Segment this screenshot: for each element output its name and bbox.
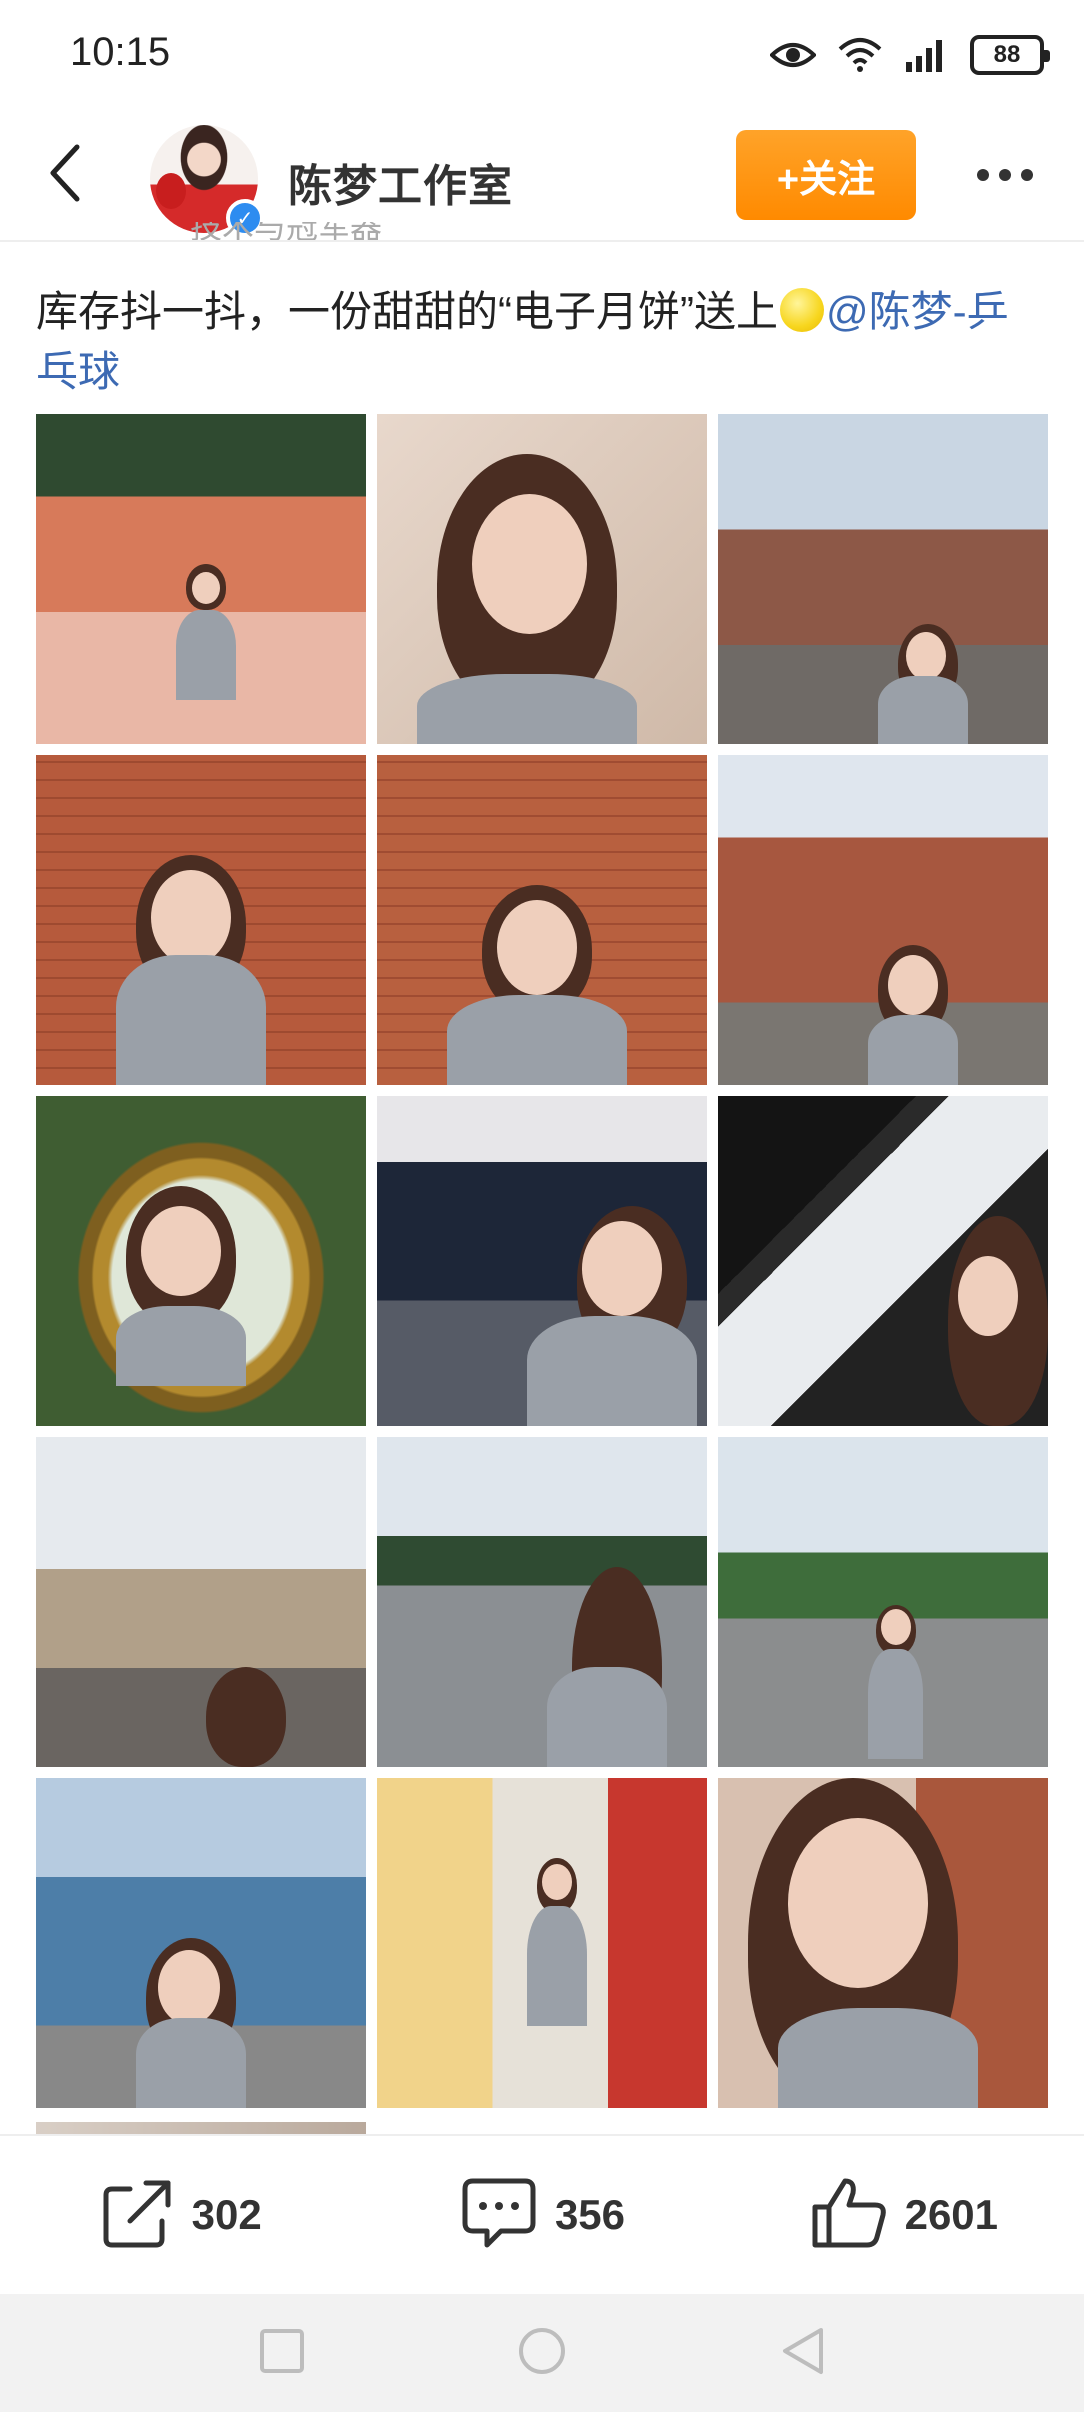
dot-icon bbox=[999, 169, 1011, 181]
avatar[interactable]: ✓ bbox=[150, 125, 264, 237]
photo-3[interactable] bbox=[718, 414, 1048, 744]
face-shape bbox=[582, 1221, 662, 1316]
face-shape bbox=[906, 632, 946, 680]
status-time: 10:15 bbox=[70, 30, 171, 74]
photo-4[interactable] bbox=[36, 755, 366, 1085]
status-bar: 10:15 88 bbox=[0, 0, 1084, 110]
share-count: 302 bbox=[191, 2191, 262, 2238]
shirt-shape bbox=[868, 1015, 958, 1085]
shirt-shape bbox=[447, 995, 627, 1085]
scrolled-text-peek: 技术与冠军器 bbox=[190, 222, 383, 240]
shirt-shape bbox=[778, 2008, 978, 2108]
shirt-shape bbox=[868, 1649, 923, 1759]
recents-button[interactable] bbox=[252, 2323, 312, 2383]
wifi-icon bbox=[838, 37, 882, 73]
profile-header: ✓ 陈梦工作室 +关注 技术与冠军器 bbox=[0, 110, 1084, 240]
face-shape bbox=[141, 1206, 221, 1296]
photo-grid bbox=[36, 414, 1048, 2108]
photo-2[interactable] bbox=[377, 414, 707, 744]
shirt-shape bbox=[527, 1906, 587, 2026]
shirt-shape bbox=[136, 2018, 246, 2108]
shirt-shape bbox=[176, 610, 236, 700]
dot-icon bbox=[977, 169, 989, 181]
shirt-shape bbox=[547, 1667, 667, 1767]
battery-icon: 88 bbox=[970, 35, 1050, 75]
photo-8[interactable] bbox=[377, 1096, 707, 1426]
back-button[interactable] bbox=[30, 140, 100, 210]
header-divider bbox=[0, 240, 1084, 242]
photo-13[interactable] bbox=[36, 1778, 366, 2108]
face-shape bbox=[151, 870, 231, 965]
action-bar: 302 356 2601 bbox=[0, 2134, 1084, 2294]
more-options-button[interactable] bbox=[960, 150, 1050, 200]
home-button[interactable] bbox=[512, 2323, 572, 2383]
face-shape bbox=[888, 955, 938, 1015]
post-text: 库存抖一抖，一份甜甜的“电子月饼”送上 @陈梦-乒乓球 bbox=[36, 282, 1046, 402]
share-icon bbox=[100, 2177, 176, 2254]
face-shape bbox=[881, 1609, 911, 1645]
face-shape bbox=[788, 1818, 928, 1988]
eye-icon bbox=[770, 39, 816, 71]
paddle-shape bbox=[156, 173, 186, 209]
follow-button[interactable]: +关注 bbox=[736, 130, 916, 220]
recents-square-icon bbox=[259, 2328, 305, 2379]
photo-5[interactable] bbox=[377, 755, 707, 1085]
shirt-shape bbox=[878, 676, 968, 744]
like-button[interactable]: 2601 bbox=[723, 2136, 1084, 2294]
status-icons: 88 bbox=[770, 30, 1050, 80]
photo-1[interactable] bbox=[36, 414, 366, 744]
back-nav-button[interactable] bbox=[772, 2323, 832, 2383]
hair-shape bbox=[206, 1667, 286, 1767]
photo-15[interactable] bbox=[718, 1778, 1048, 2108]
share-button[interactable]: 302 bbox=[0, 2136, 361, 2294]
face-shape bbox=[192, 572, 220, 604]
face-shape bbox=[497, 900, 577, 995]
shirt-shape bbox=[527, 1316, 697, 1426]
account-name[interactable]: 陈梦工作室 bbox=[288, 150, 513, 214]
post-body: 库存抖一抖，一份甜甜的“电子月饼”送上 bbox=[36, 288, 778, 335]
shirt-shape bbox=[116, 955, 266, 1085]
signal-icon bbox=[904, 38, 948, 72]
face-shape bbox=[158, 1950, 220, 2025]
photo-6[interactable] bbox=[718, 755, 1048, 1085]
shirt-shape bbox=[116, 1306, 246, 1386]
photo-16-peek bbox=[36, 2122, 366, 2134]
photo-14[interactable] bbox=[377, 1778, 707, 2108]
dot-icon bbox=[1021, 169, 1033, 181]
like-count: 2601 bbox=[904, 2191, 999, 2238]
face-shape bbox=[472, 494, 587, 634]
photo-10[interactable] bbox=[36, 1437, 366, 1767]
face-shape bbox=[542, 1864, 572, 1900]
comment-count: 356 bbox=[554, 2191, 626, 2238]
photo-9[interactable] bbox=[718, 1096, 1048, 1426]
thumbs-up-icon bbox=[809, 2175, 889, 2256]
moon-emoji-icon bbox=[779, 288, 824, 332]
face-shape bbox=[958, 1256, 1018, 1336]
comment-icon bbox=[459, 2175, 539, 2256]
shirt-shape bbox=[417, 674, 637, 744]
photo-7[interactable] bbox=[36, 1096, 366, 1426]
photo-12[interactable] bbox=[718, 1437, 1048, 1767]
system-nav-bar bbox=[0, 2294, 1084, 2412]
chevron-left-icon bbox=[45, 143, 85, 208]
comment-button[interactable]: 356 bbox=[361, 2136, 722, 2294]
home-circle-icon bbox=[517, 2326, 567, 2381]
photo-11[interactable] bbox=[377, 1437, 707, 1767]
back-triangle-icon bbox=[779, 2326, 825, 2381]
